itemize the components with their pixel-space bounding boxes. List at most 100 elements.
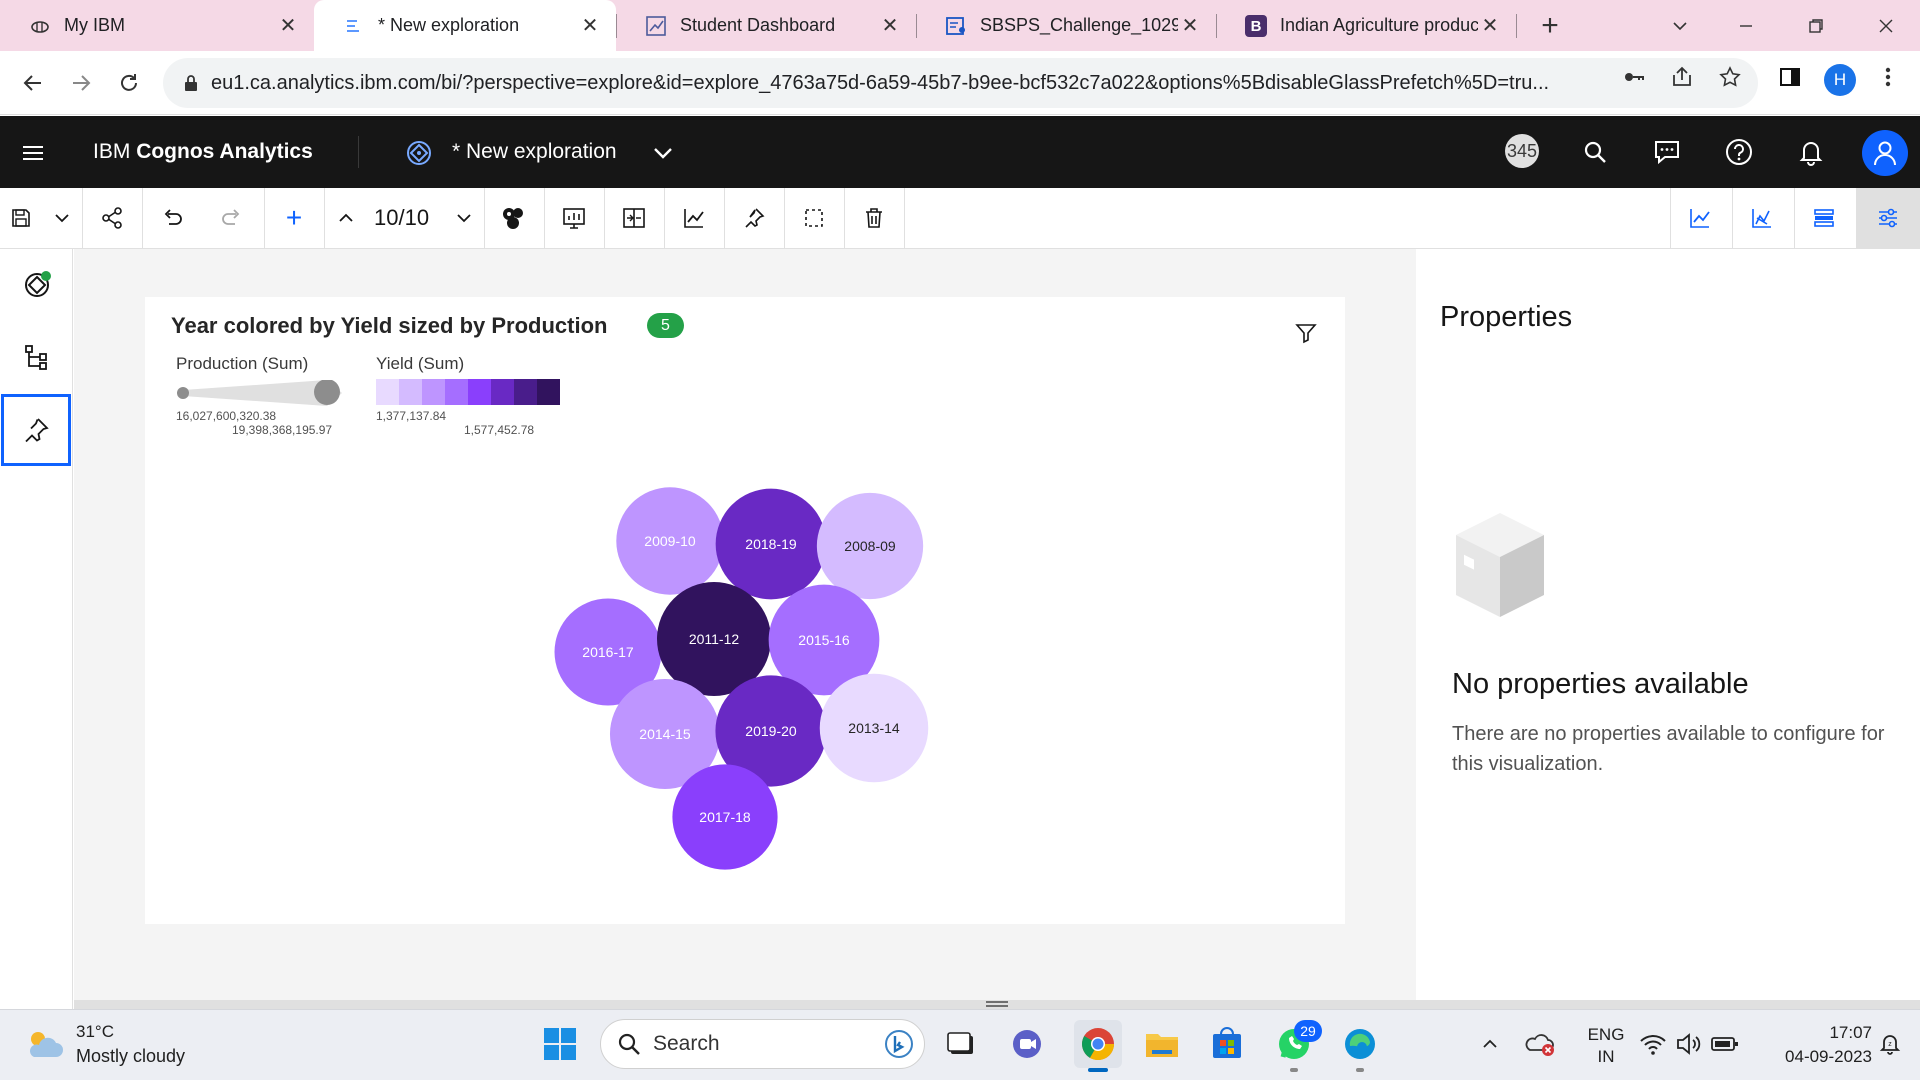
bubble-2008-09[interactable]: 2008-09 [816,492,924,600]
show-hidden-icons-chevron-icon[interactable] [1470,1024,1510,1064]
visualization-panel-icon[interactable] [1670,188,1730,248]
chevron-down-icon[interactable] [444,188,484,248]
undo-icon[interactable] [142,188,202,248]
language-indicator[interactable]: ENG [1578,1025,1634,1045]
visualization-type-icon[interactable] [484,188,544,248]
brand-title[interactable]: IBM Cognos Analytics [93,140,313,164]
user-avatar-icon[interactable] [1862,130,1908,176]
tab-student-dashboard[interactable]: Student Dashboard ✕ [616,0,916,51]
windows-start-icon[interactable] [540,1024,580,1064]
omnibox[interactable]: eu1.ca.analytics.ibm.com/bi/?perspective… [163,58,1758,108]
color-ramp-swatch [468,379,491,405]
save-chevron-down-icon[interactable] [42,188,82,248]
share-icon[interactable] [1668,63,1696,91]
weather-description[interactable]: Mostly cloudy [76,1046,185,1067]
bookmark-star-icon[interactable] [1716,63,1744,91]
toolbar-divider [904,188,905,248]
forecast-line-icon[interactable] [664,188,724,248]
back-arrow-icon[interactable] [13,63,53,103]
new-tab-button[interactable]: + [1522,0,1578,51]
forward-arrow-icon[interactable] [61,63,101,103]
microsoft-store-icon[interactable] [1207,1024,1247,1064]
battery-icon[interactable] [1705,1024,1745,1064]
address-bar-row: eu1.ca.analytics.ibm.com/bi/?perspective… [0,51,1920,115]
notification-center-icon[interactable]: z [1870,1024,1910,1064]
share-icon[interactable] [82,188,142,248]
url-text[interactable]: eu1.ca.analytics.ibm.com/bi/?perspective… [211,72,1611,95]
pin-panel-icon[interactable] [1,394,71,466]
restore-icon[interactable] [1788,0,1844,51]
search-icon[interactable] [1578,135,1612,169]
properties-panel-icon[interactable] [1856,188,1920,248]
reload-icon[interactable] [109,63,149,103]
drag-handle-icon[interactable] [986,1001,1008,1007]
volume-icon[interactable] [1669,1024,1709,1064]
save-icon[interactable] [0,188,42,248]
tab-sbsps-challenge[interactable]: SBSPS_Challenge_10299 ✕ [916,0,1216,51]
region-indicator[interactable]: IN [1578,1047,1634,1067]
redo-icon[interactable] [202,188,262,248]
notification-bell-icon[interactable] [1794,135,1828,169]
filter-icon[interactable] [1294,321,1318,345]
tab-indian-agriculture[interactable]: B Indian Agriculture produc ✕ [1216,0,1516,51]
edge-browser-icon[interactable] [1340,1024,1380,1064]
task-view-icon[interactable] [941,1024,981,1064]
bubble-2018-19[interactable]: 2018-19 [715,488,827,600]
analytics-panel-icon[interactable] [1732,188,1792,248]
more-menu-icon[interactable] [1874,63,1902,91]
lock-icon[interactable] [179,74,203,92]
close-icon[interactable]: ✕ [1178,14,1202,38]
close-window-icon[interactable] [1858,0,1914,51]
side-panel-icon[interactable] [1776,63,1804,91]
delete-trash-icon[interactable] [844,188,904,248]
exploration-title[interactable]: * New exploration [452,140,617,164]
tab-search-chevron-icon[interactable] [1652,0,1708,51]
bubble-2009-10[interactable]: 2009-10 [616,487,724,595]
notification-count-badge[interactable]: 345 [1505,134,1539,168]
teams-meet-icon[interactable] [1007,1024,1047,1064]
chevron-up-icon[interactable] [324,188,368,248]
clock-date[interactable]: 04-09-2023 [1752,1047,1872,1067]
color-ramp-swatch [422,379,445,405]
bubble-label: 2016-17 [582,644,634,660]
add-icon[interactable]: + [264,188,324,248]
tab-title: SBSPS_Challenge_10299 [980,15,1178,35]
bubble-chart[interactable]: 2009-10 2018-19 2008-09 2016-17 2011-12 2015-… [145,420,1345,920]
wifi-icon[interactable] [1633,1024,1673,1064]
bubble-2017-18[interactable]: 2017-18 [672,764,778,870]
onedrive-offline-icon[interactable] [1520,1024,1560,1064]
profile-avatar[interactable]: H [1824,64,1856,96]
empty-box-icon [1456,513,1544,617]
close-icon[interactable]: ✕ [878,14,902,38]
data-sources-icon[interactable] [0,249,73,321]
compare-icon[interactable] [604,188,664,248]
bing-icon[interactable] [884,1029,914,1059]
key-icon[interactable] [1620,63,1648,91]
weather-cloud-icon[interactable] [24,1024,64,1064]
tab-my-ibm[interactable]: My IBM ✕ [0,0,314,51]
close-icon[interactable]: ✕ [276,14,300,38]
hierarchy-tree-icon[interactable] [0,321,73,393]
weather-temperature[interactable]: 31°C [76,1022,114,1042]
chevron-down-icon[interactable] [650,140,676,166]
doc-tab-icon [944,14,968,38]
close-icon[interactable]: ✕ [578,14,602,38]
fields-panel-icon[interactable] [1794,188,1854,248]
no-properties-title: No properties available [1452,668,1749,700]
clock-time[interactable]: 17:07 [1752,1023,1872,1043]
bubble-2013-14[interactable]: 2013-14 [819,673,929,783]
taskbar-search-box[interactable]: Search [600,1019,925,1069]
select-area-icon[interactable] [784,188,844,248]
svg-text:B: B [1251,18,1262,35]
hamburger-menu-icon[interactable] [18,138,48,168]
close-icon[interactable]: ✕ [1478,14,1502,38]
assistant-chat-icon[interactable] [1650,135,1684,169]
chrome-icon[interactable] [1074,1020,1122,1068]
tab-new-exploration[interactable]: * New exploration ✕ [314,0,616,51]
minimize-icon[interactable] [1718,0,1774,51]
file-explorer-icon[interactable] [1142,1024,1182,1064]
help-icon[interactable] [1722,135,1756,169]
visualization-count-badge[interactable]: 5 [647,313,684,338]
insights-icon[interactable] [544,188,604,248]
pin-icon[interactable] [724,188,784,248]
